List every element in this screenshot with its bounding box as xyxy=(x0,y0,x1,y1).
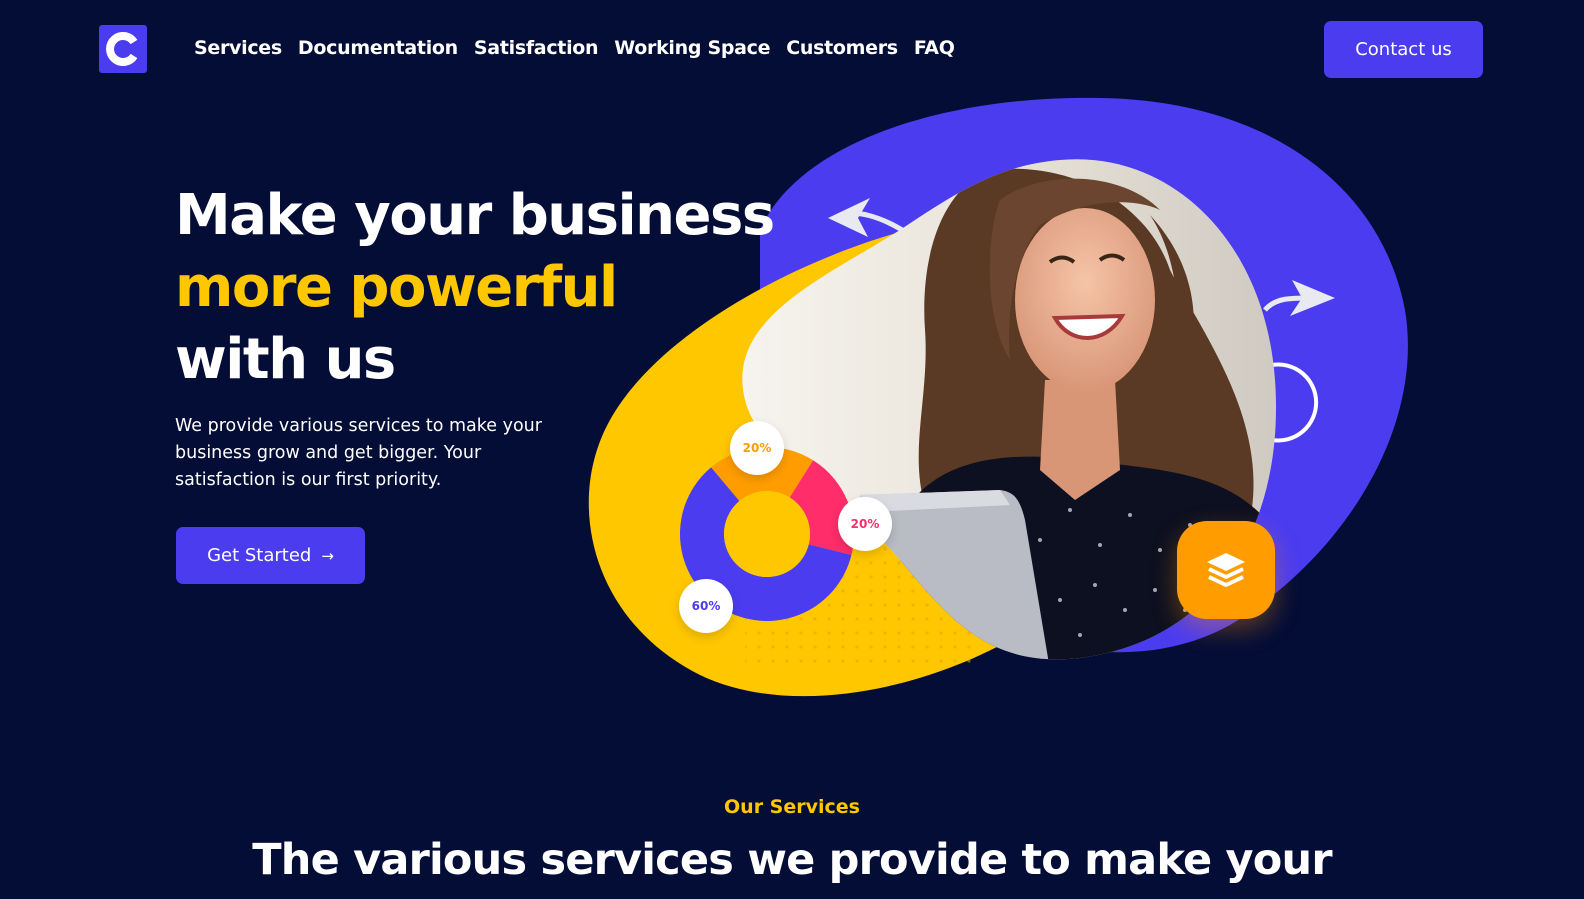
get-started-button[interactable]: Get Started → xyxy=(176,527,365,584)
arrow-right-icon: → xyxy=(321,546,334,565)
donut-center xyxy=(724,491,810,577)
donut-label-blue: 60% xyxy=(679,579,733,633)
hero-title-line3: with us xyxy=(175,327,396,392)
donut-label-pink: 20% xyxy=(838,497,892,551)
nav-item-working-space[interactable]: Working Space xyxy=(614,34,770,62)
nav-item-satisfaction[interactable]: Satisfaction xyxy=(474,34,599,62)
nav-item-customers[interactable]: Customers xyxy=(786,34,898,62)
hero-title-line1: Make your business xyxy=(175,183,775,248)
nav-item-faq[interactable]: FAQ xyxy=(914,34,955,62)
get-started-label: Get Started xyxy=(207,545,312,566)
ring-decoration xyxy=(1271,362,1319,443)
arrow-left-decoration xyxy=(828,198,912,238)
logo-c-icon xyxy=(106,32,138,66)
arrow-right-decoration xyxy=(1263,280,1335,316)
nav-item-documentation[interactable]: Documentation xyxy=(298,34,458,62)
contact-us-button[interactable]: Contact us xyxy=(1324,21,1483,78)
brand-logo[interactable] xyxy=(99,25,147,73)
services-title: The various services we provide to make … xyxy=(252,835,1332,885)
nav-item-services[interactable]: Services xyxy=(194,34,282,62)
donut-label-orange: 20% xyxy=(730,421,784,475)
hero-description: We provide various services to make your… xyxy=(175,416,542,490)
hero-title: Make your business more powerful with us xyxy=(175,180,775,396)
blue-blob xyxy=(760,97,1408,653)
layers-badge xyxy=(1177,521,1275,619)
main-nav: Services Documentation Satisfaction Work… xyxy=(194,34,971,62)
services-eyebrow: Our Services xyxy=(724,796,860,818)
hero-title-highlight: more powerful xyxy=(175,255,618,320)
layers-icon xyxy=(1207,553,1245,587)
